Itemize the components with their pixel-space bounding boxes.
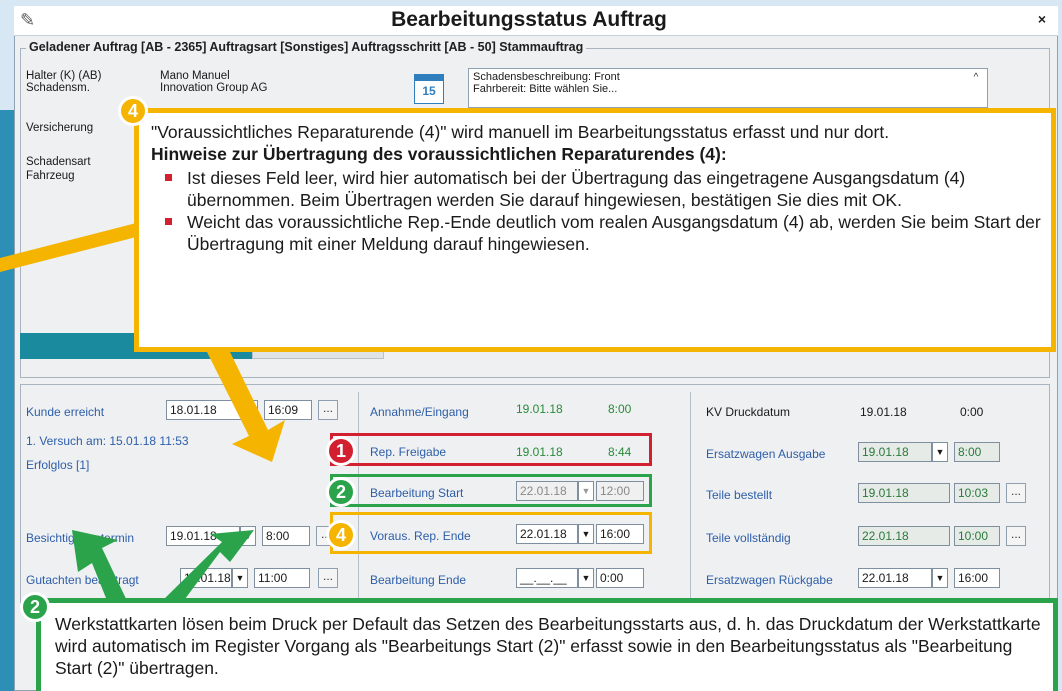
callout-yellow-list: Ist dieses Feld leer, wird hier automati… xyxy=(151,167,1041,255)
yellow-arrow-down xyxy=(207,352,285,462)
callout-yellow-bullet-2-text: Weicht das voraussichtliche Rep.-Ende de… xyxy=(187,212,1041,254)
green-arrow-left xyxy=(72,530,128,603)
callout-yellow-bullet-1: Ist dieses Feld leer, wird hier automati… xyxy=(151,167,1041,211)
callout-yellow-marker-4: 4 xyxy=(118,96,148,126)
callout-yellow-heading: Hinweise zur Übertragung des voraussicht… xyxy=(151,144,727,164)
bullet-marker xyxy=(165,218,172,225)
green-arrow-right xyxy=(160,530,254,603)
callout-green-text: Werkstattkarten lösen beim Druck per Def… xyxy=(55,614,1041,678)
bearbeitung-start-callout: Werkstattkarten lösen beim Druck per Def… xyxy=(36,598,1058,691)
yellow-arrow-left xyxy=(0,222,140,272)
bullet-marker xyxy=(165,174,172,181)
callout-yellow-bullet-1-text: Ist dieses Feld leer, wird hier automati… xyxy=(187,168,966,210)
callout-green-marker-2: 2 xyxy=(20,592,50,622)
callout-yellow-intro: "Voraussichtliches Reparaturende (4)" wi… xyxy=(151,122,890,142)
callout-yellow-bullet-2: Weicht das voraussichtliche Rep.-Ende de… xyxy=(151,211,1041,255)
voraus-rep-ende-callout: "Voraussichtliches Reparaturende (4)" wi… xyxy=(134,108,1056,352)
